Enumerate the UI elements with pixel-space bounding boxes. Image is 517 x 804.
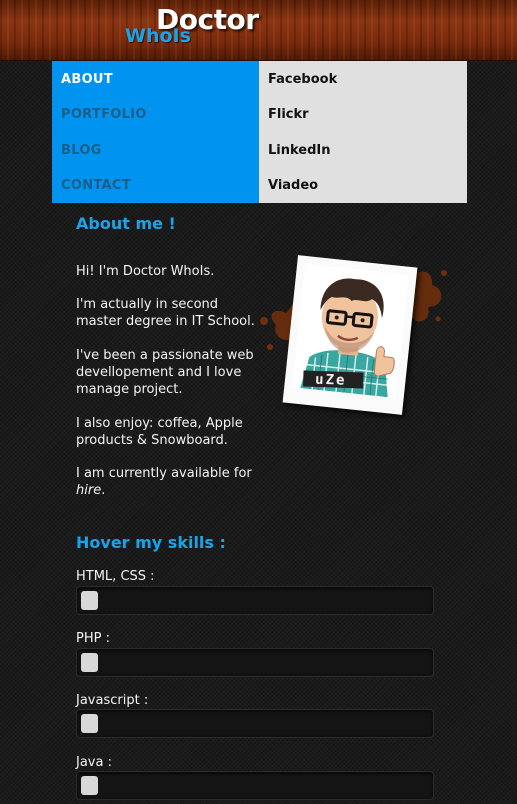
social-nav: Facebook Flickr LinkedIn Viadeo bbox=[259, 61, 467, 203]
skill-bar-java[interactable] bbox=[76, 771, 434, 800]
skills-title: Hover my skills : bbox=[76, 533, 226, 552]
skill-bar-fill bbox=[81, 776, 98, 795]
hire-link[interactable]: hire bbox=[76, 483, 101, 498]
about-title: About me ! bbox=[76, 214, 176, 233]
nav-item-portfolio[interactable]: PORTFOLIO bbox=[61, 107, 147, 122]
nav-item-blog[interactable]: BLOG bbox=[61, 143, 102, 158]
about-paragraph: I'm actually in second master degree in … bbox=[76, 297, 255, 329]
about-available-text: I am currently available for bbox=[76, 466, 252, 481]
main-nav: ABOUT PORTFOLIO BLOG CONTACT bbox=[52, 61, 259, 203]
about-paragraph: I've been a passionate web devellopement… bbox=[76, 348, 254, 397]
logo-subtitle[interactable]: WhoIs bbox=[125, 25, 191, 47]
skill-bar-fill bbox=[81, 653, 98, 672]
about-paragraph: Hi! I'm Doctor WhoIs. bbox=[76, 264, 215, 279]
skill-label: HTML, CSS : bbox=[76, 569, 155, 584]
skill-label: Java : bbox=[76, 755, 112, 770]
header-banner: Doctor WhoIs bbox=[0, 0, 517, 61]
hire-suffix: . bbox=[101, 483, 106, 498]
skill-bar-fill bbox=[81, 591, 98, 610]
photo-caption: uZe bbox=[314, 371, 347, 389]
skill-bar-fill bbox=[81, 714, 98, 733]
skill-label: Javascript : bbox=[76, 693, 149, 708]
social-link-flickr[interactable]: Flickr bbox=[268, 107, 309, 122]
nav-item-about[interactable]: ABOUT bbox=[61, 72, 113, 87]
skill-bar-php[interactable] bbox=[76, 648, 434, 677]
avatar bbox=[292, 263, 409, 399]
about-paragraph-hire: I am currently available for hire. bbox=[76, 465, 266, 499]
nav-item-contact[interactable]: CONTACT bbox=[61, 178, 131, 193]
social-link-viadeo[interactable]: Viadeo bbox=[268, 178, 318, 193]
social-link-linkedin[interactable]: LinkedIn bbox=[268, 143, 331, 158]
profile-photo: uZe bbox=[282, 255, 418, 415]
skill-bar-html-css[interactable] bbox=[76, 586, 434, 615]
social-link-facebook[interactable]: Facebook bbox=[268, 72, 337, 87]
skill-bar-javascript[interactable] bbox=[76, 709, 434, 738]
cartoon-avatar-illustration bbox=[300, 278, 395, 398]
skill-label: PHP : bbox=[76, 631, 110, 646]
about-paragraph: I also enjoy: coffea, Apple products & S… bbox=[76, 416, 243, 448]
